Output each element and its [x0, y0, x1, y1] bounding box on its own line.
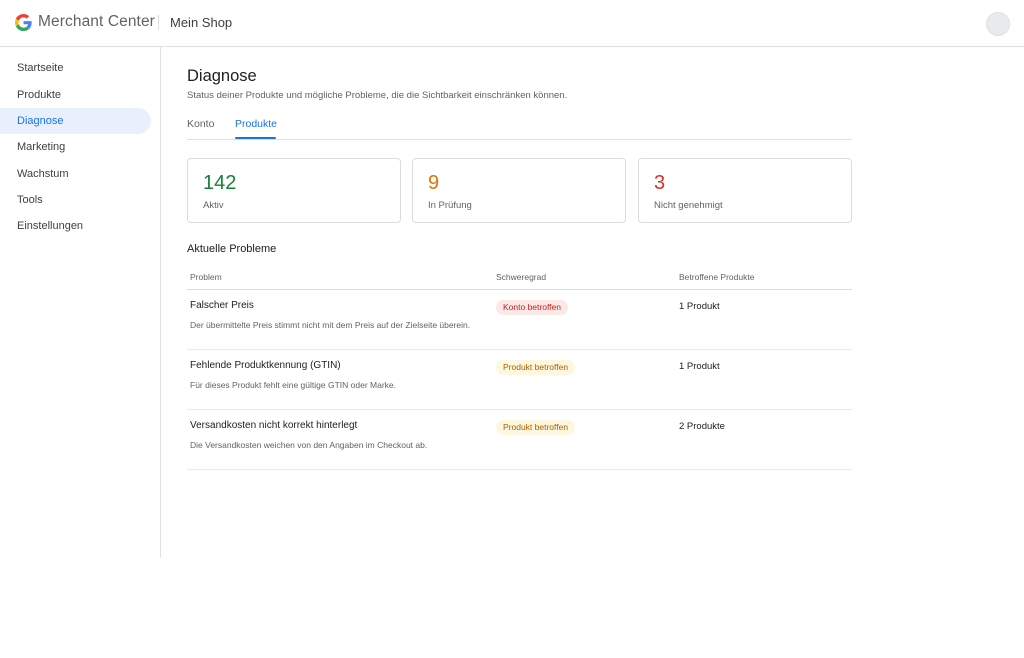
tabs-divider [187, 139, 852, 140]
stat-label: In Prüfung [428, 200, 472, 211]
stat-card-in-pruefung[interactable]: 9 In Prüfung [412, 158, 626, 223]
account-name[interactable]: Mein Shop [170, 15, 232, 30]
section-title: Aktuelle Probleme [187, 243, 277, 255]
row-divider [187, 349, 852, 350]
stat-label: Aktiv [203, 200, 224, 211]
affected-count[interactable]: 1 Produkt [679, 361, 720, 372]
severity-badge: Konto betroffen [496, 300, 568, 315]
stat-label: Nicht genehmigt [654, 200, 723, 211]
google-logo-icon [15, 14, 32, 31]
issue-title[interactable]: Falscher Preis [190, 300, 254, 311]
stat-value: 142 [203, 172, 237, 194]
issue-title[interactable]: Fehlende Produktkennung (GTIN) [190, 360, 341, 371]
column-header-problem: Problem [190, 272, 222, 282]
product-name[interactable]: Merchant Center [38, 13, 155, 31]
sidebar-item-wachstum[interactable]: Wachstum [0, 161, 151, 187]
sidebar-item-einstellungen[interactable]: Einstellungen [0, 213, 151, 239]
active-tab-indicator [235, 137, 276, 139]
tab-produkte[interactable]: Produkte [235, 118, 277, 130]
stat-value: 3 [654, 172, 666, 194]
issue-description: Der übermittelte Preis stimmt nicht mit … [190, 320, 471, 330]
sidebar-item-diagnose[interactable]: Diagnose [0, 108, 151, 134]
sidebar-nav: Startseite Produkte Diagnose Marketing W… [0, 47, 161, 558]
sidebar-item-startseite[interactable]: Startseite [0, 55, 151, 81]
stat-card-nicht-genehmigt[interactable]: 3 Nicht genehmigt [638, 158, 852, 223]
row-divider [187, 469, 852, 470]
tab-konto[interactable]: Konto [187, 118, 214, 130]
column-header-severity: Schweregrad [496, 272, 547, 282]
sidebar-item-produkte[interactable]: Produkte [0, 82, 151, 108]
severity-badge: Produkt betroffen [496, 360, 576, 375]
stat-value: 9 [428, 172, 440, 194]
stat-card-aktiv[interactable]: 142 Aktiv [187, 158, 401, 223]
sidebar-item-marketing[interactable]: Marketing [0, 134, 151, 160]
severity-badge: Produkt betroffen [496, 420, 576, 435]
issue-description: Für dieses Produkt fehlt eine gültige GT… [190, 380, 396, 390]
sidebar-item-tools[interactable]: Tools [0, 187, 151, 213]
top-app-bar: Merchant Center Mein Shop [0, 0, 1024, 47]
account-avatar[interactable] [986, 12, 1010, 36]
header-divider [158, 15, 159, 30]
affected-count[interactable]: 1 Produkt [679, 301, 720, 312]
affected-count[interactable]: 2 Produkte [679, 421, 725, 432]
page-subtitle: Status deiner Produkte und mögliche Prob… [187, 90, 568, 101]
row-divider [187, 409, 852, 410]
table-header-divider [187, 289, 852, 290]
column-header-affected: Betroffene Produkte [679, 272, 755, 282]
page-title: Diagnose [187, 67, 257, 85]
issue-description: Die Versandkosten weichen von den Angabe… [190, 440, 428, 450]
issue-title[interactable]: Versandkosten nicht korrekt hinterlegt [190, 420, 357, 431]
